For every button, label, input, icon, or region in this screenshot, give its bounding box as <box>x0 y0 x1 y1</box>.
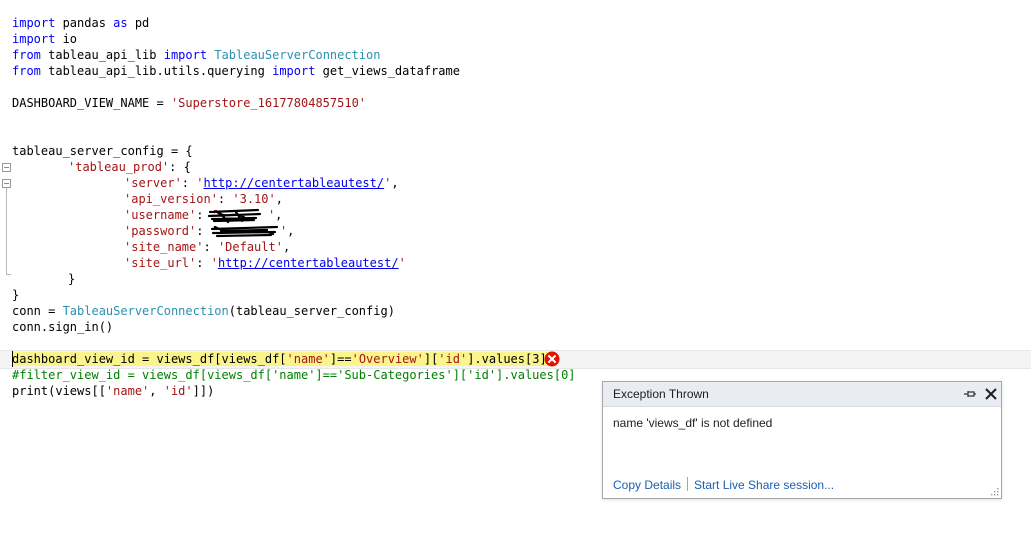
class-name: TableauServerConnection <box>207 48 381 62</box>
code-text: DASHBOARD_VIEW_NAME = <box>12 96 171 110</box>
code-line: conn.sign_in() <box>12 319 113 335</box>
code-line: 'tableau_prod': { <box>68 159 191 175</box>
keyword: as <box>113 16 128 30</box>
keyword: import <box>163 48 208 62</box>
code-line: } <box>68 271 75 287</box>
string-literal: 'Overview' <box>351 352 424 366</box>
code-line: #filter_view_id = views_df[views_df['nam… <box>12 367 576 383</box>
keyword: from <box>12 48 41 62</box>
string-literal: ' <box>210 256 218 270</box>
keyword: import <box>272 64 316 78</box>
string-literal: 'Superstore_16177804857510' <box>170 96 367 110</box>
code-line: } <box>12 287 19 303</box>
comment: #filter_view_id = views_df[views_df['nam… <box>12 368 576 382</box>
string-literal: 'password' <box>124 224 197 238</box>
collapse-icon[interactable]: − <box>2 163 11 172</box>
code-text: print(views[[ <box>12 384 106 398</box>
code-line: 'server': 'http://centertableautest/', <box>124 175 399 191</box>
code-line: 'site_url': 'http://centertableautest/' <box>124 255 406 271</box>
string-literal: 'id' <box>163 384 193 398</box>
exception-actions: Copy Details Start Live Share session... <box>613 477 834 492</box>
keyword: import <box>12 32 56 46</box>
code-line: 'api_version': '3.10', <box>124 191 283 207</box>
code-text: , <box>275 192 283 206</box>
string-literal: 'id' <box>438 352 468 366</box>
link-separator <box>687 477 689 491</box>
exception-message: name 'views_df' is not defined <box>613 416 773 430</box>
code-line: import pandas as pd <box>12 15 149 31</box>
code-text: : <box>196 256 211 270</box>
code-text: , <box>275 208 283 222</box>
code-line: tableau_server_config = { <box>12 143 193 159</box>
close-icon[interactable] <box>983 386 999 402</box>
code-line: print(views[['name', 'id']]) <box>12 383 214 399</box>
code-text: , <box>149 384 164 398</box>
string-literal: 'site_name' <box>124 240 204 254</box>
resize-grip-icon[interactable] <box>989 486 999 496</box>
code-line: from tableau_api_lib.utils.querying impo… <box>12 63 460 79</box>
string-literal: 'Default' <box>217 240 283 254</box>
string-literal: '3.10' <box>232 192 276 206</box>
code-line: DASHBOARD_VIEW_NAME = 'Superstore_161778… <box>12 95 366 111</box>
code-text: , <box>391 176 399 190</box>
code-text: ]== <box>329 352 352 366</box>
string-literal: ' <box>398 256 406 270</box>
pin-icon[interactable] <box>963 387 977 401</box>
code-text: tableau_api_lib.utils.querying <box>40 64 273 78</box>
code-line: import io <box>12 31 77 47</box>
class-name: TableauServerConnection <box>62 304 229 318</box>
code-text: ].values[3] <box>467 352 547 366</box>
code-text: : <box>181 176 197 190</box>
fold-guide <box>6 188 7 274</box>
code-text: } <box>12 288 20 302</box>
exception-line-highlight: dashboard_view_id = views_df[views_df['n… <box>12 352 547 366</box>
fold-guide-end <box>6 274 11 275</box>
redaction-scribble <box>210 225 279 238</box>
code-line: conn = TableauServerConnection(tableau_s… <box>12 303 395 319</box>
code-text: get_views_dataframe <box>315 64 460 78</box>
string-literal: 'site_url' <box>124 256 197 270</box>
url-link[interactable]: http://centertableautest/ <box>218 256 399 270</box>
code-text: , <box>282 240 291 254</box>
code-text: : <box>217 192 233 206</box>
code-line-current: dashboard_view_id = views_df[views_df['n… <box>12 351 547 367</box>
code-text: io <box>55 32 78 46</box>
keyword: from <box>12 64 41 78</box>
code-text: (tableau_server_config) <box>228 304 395 318</box>
string-literal: 'name' <box>286 352 330 366</box>
string-literal: 'name' <box>105 384 150 398</box>
string-literal: 'tableau_prod' <box>68 160 170 174</box>
code-text: : { <box>169 160 191 174</box>
collapse-icon[interactable]: − <box>2 179 11 188</box>
code-text: tableau_api_lib <box>40 48 164 62</box>
code-line: 'site_name': 'Default', <box>124 239 290 255</box>
code-text: : <box>203 240 218 254</box>
code-text: conn.sign_in() <box>12 320 114 334</box>
code-text: , <box>287 224 295 238</box>
exception-popup: Exception Thrown name 'views_df' is not … <box>602 381 1002 499</box>
copy-details-link[interactable]: Copy Details <box>613 478 681 492</box>
code-text: conn = <box>12 304 63 318</box>
code-text: ]]) <box>192 384 215 398</box>
url-link[interactable]: http://centertableautest/ <box>203 176 384 190</box>
code-text: ][ <box>423 352 439 366</box>
code-text: pd <box>127 16 150 30</box>
code-text: pandas <box>55 16 114 30</box>
string-literal: 'server' <box>124 176 182 190</box>
string-literal: 'api_version' <box>124 192 218 206</box>
code-text: } <box>68 272 76 286</box>
keyword: import <box>12 16 56 30</box>
text-caret <box>12 351 13 367</box>
exception-header: Exception Thrown <box>603 382 1001 407</box>
start-live-share-link[interactable]: Start Live Share session... <box>694 478 834 492</box>
code-text: tableau_server_config = { <box>12 144 193 158</box>
exception-title: Exception Thrown <box>613 387 709 401</box>
error-circle-icon[interactable] <box>544 351 560 367</box>
string-literal: 'username' <box>124 208 197 222</box>
code-line: from tableau_api_lib import TableauServe… <box>12 47 380 63</box>
code-text: dashboard_view_id = views_df[views_df[ <box>12 352 287 366</box>
